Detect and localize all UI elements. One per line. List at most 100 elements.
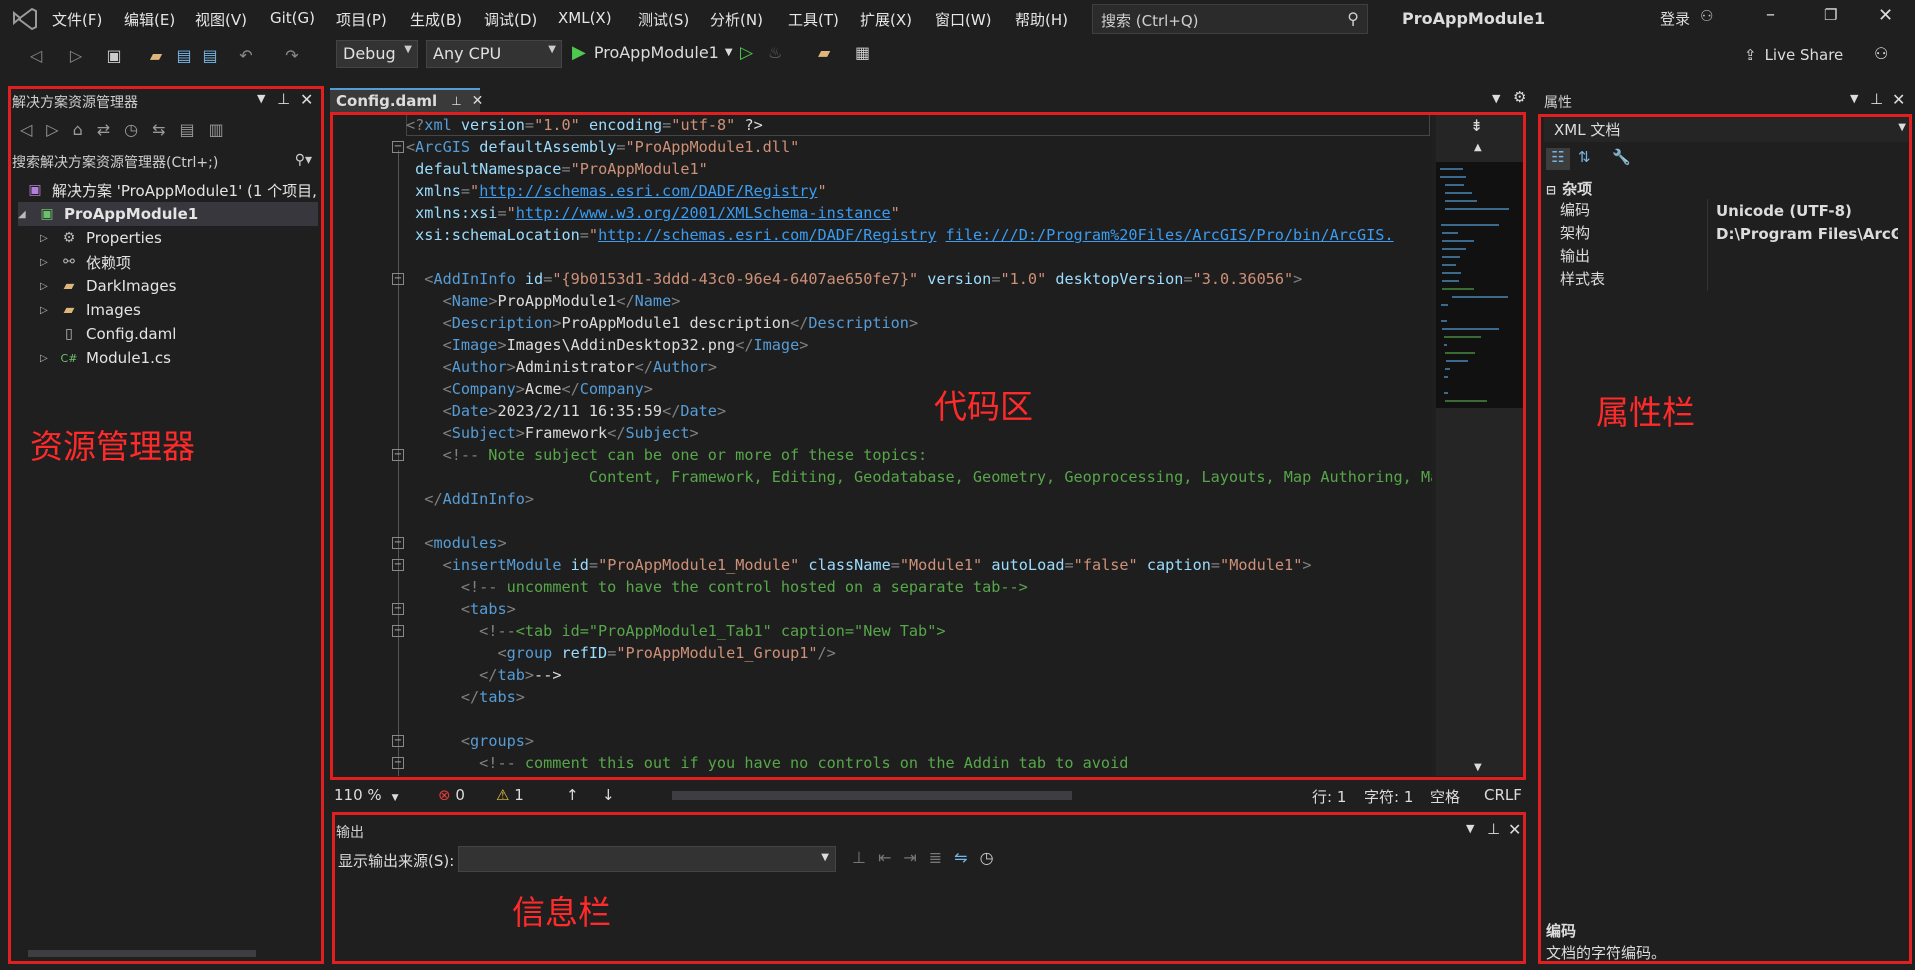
code-line[interactable]: <insertModule id="ProAppModule1_Module" … [406,554,1312,576]
expand-arrow-icon[interactable]: ▷ [40,281,58,292]
menu-item[interactable]: 帮助(H) [1015,9,1068,30]
tree-item[interactable]: ▷ ⚯ 依赖项 [40,250,131,274]
platform-select[interactable]: Any CPU ▼ [426,40,562,68]
menu-item[interactable]: Git(G) [270,9,315,27]
close-window-button[interactable]: ✕ [1878,5,1893,26]
property-value[interactable]: Unicode (UTF-8) [1708,202,1898,220]
tree-item[interactable]: ▯ Config.daml [40,322,176,346]
fold-toggle-icon[interactable]: − [392,735,404,747]
code-line[interactable]: <!--<tab id="ProAppModule1_Tab1" caption… [406,620,945,642]
save-all-icon[interactable]: ▤ [200,46,220,66]
code-line[interactable]: </tab>--> [406,664,561,686]
menu-item[interactable]: XML(X) [558,9,612,27]
clock-icon[interactable]: ◷ [980,848,1006,867]
solution-node[interactable]: ▣ 解决方案 'ProAppModule1' (1 个项目, [24,178,317,202]
tree-item[interactable]: ▷ C# Module1.cs [40,346,171,370]
code-editor[interactable]: <?xml version="1.0" encoding="utf-8" ?> <… [406,114,1432,776]
layout-icon[interactable]: ▦ [855,43,870,62]
prev-issue-icon[interactable]: ↑ [566,786,579,804]
expand-arrow-icon[interactable]: ▷ [40,353,58,364]
property-object-select[interactable]: XML 文档 ▼ [1544,116,1910,142]
output-source-select[interactable]: ▼ [458,846,836,872]
close-icon[interactable]: ✕ [1508,820,1521,839]
panel-dropdown-icon[interactable]: ▼ [1466,822,1474,835]
project-node[interactable]: ◢ ▣ ProAppModule1 [18,202,318,226]
expand-arrow-icon[interactable]: ▷ [40,257,58,268]
config-select[interactable]: Debug ▼ [336,40,418,68]
property-row[interactable]: 编码 Unicode (UTF-8) [1546,199,1906,222]
menu-item[interactable]: 扩展(X) [860,9,912,30]
code-line[interactable]: <ArcGIS defaultAssembly="ProAppModule1.d… [406,136,799,158]
restore-button[interactable]: ❐ [1824,6,1837,24]
alphabetical-icon[interactable]: ⇅ [1578,148,1591,166]
menu-item[interactable]: 测试(S) [638,9,689,30]
property-row[interactable]: 输出 [1546,245,1906,268]
property-value[interactable]: D:\Program Files\ArcGIS\ [1708,225,1898,243]
back-icon[interactable]: ◁ [26,46,46,66]
code-line[interactable]: <Name>ProAppModule1</Name> [406,290,681,312]
property-category[interactable]: ⊟ 杂项 [1546,178,1592,199]
expand-arrow-icon[interactable]: ▷ [40,305,58,316]
account-icon[interactable]: ⚇ [1700,7,1713,25]
code-line[interactable]: <!-- Note subject can be one or more of … [406,444,928,466]
menu-item[interactable]: 视图(V) [195,9,247,30]
open-folder-icon[interactable]: ▰ [146,46,166,66]
start-button[interactable]: ▶ ProAppModule1 ▼ [572,42,733,63]
gear-icon[interactable]: ⚙ [1513,88,1526,106]
close-icon[interactable]: ✕ [300,90,313,109]
zoom-select[interactable]: 110 % ▼ [334,786,399,804]
pin-icon[interactable]: ⊥ [451,94,461,108]
code-line[interactable]: <?xml version="1.0" encoding="utf-8" ?> [406,114,763,136]
property-row[interactable]: 样式表 [1546,268,1906,291]
code-line[interactable]: xsi:schemaLocation="http://schemas.esri.… [406,224,1393,246]
eol-indicator[interactable]: CRLF [1484,786,1522,804]
panel-dropdown-icon[interactable]: ▼ [1850,92,1858,105]
code-line[interactable]: <modules> [406,532,506,554]
scroll-down-icon[interactable]: ▼ [1474,762,1482,773]
code-line[interactable]: <Description>ProAppModule1 description</… [406,312,919,334]
fold-toggle-icon[interactable]: − [392,141,404,153]
property-row[interactable]: 架构D:\Program Files\ArcGIS\ [1546,222,1906,245]
fold-toggle-icon[interactable]: − [392,273,404,285]
tree-item[interactable]: ▷ ⚙ Properties [40,226,162,250]
menu-item[interactable]: 文件(F) [52,9,102,30]
menu-item[interactable]: 工具(T) [788,9,839,30]
code-line[interactable]: </AddInInfo> [406,488,534,510]
tree-item[interactable]: ▷ ▰ DarkImages [40,274,176,298]
close-icon[interactable]: ✕ [472,93,484,109]
hot-reload-icon[interactable]: ♨ [768,43,782,62]
code-line[interactable]: <Company>Acme</Company> [406,378,653,400]
menu-item[interactable]: 生成(B) [410,9,462,30]
pin-icon[interactable]: ⊥ [1870,90,1883,108]
folder-view-icon[interactable]: ▰ [818,43,830,62]
search-input[interactable]: 搜索 (Ctrl+Q) ⚲ [1092,4,1368,34]
scroll-up-icon[interactable]: ▲ [1474,142,1482,153]
fold-toggle-icon[interactable]: − [392,559,404,571]
code-line[interactable]: <group refID="ProAppModule1_Group1"/> [406,642,835,664]
menu-item[interactable]: 分析(N) [710,9,763,30]
code-line[interactable]: Content, Framework, Editing, Geodatabase… [406,466,1432,488]
editor-horizontal-scrollbar[interactable] [672,791,1072,800]
indent-indicator[interactable]: 空格 [1430,786,1460,807]
expand-arrow-icon[interactable]: ▷ [40,233,58,244]
menu-item[interactable]: 窗口(W) [935,9,992,30]
tree-item[interactable]: ▷ ▰ Images [40,298,141,322]
code-line[interactable]: xmlns="http://schemas.esri.com/DADF/Regi… [406,180,827,202]
code-line[interactable]: xmlns:xsi="http://www.w3.org/2001/XMLSch… [406,202,900,224]
categorized-icon[interactable]: ☷ [1546,148,1570,170]
code-line[interactable]: <!-- comment this out if you have no con… [406,752,1128,774]
code-line[interactable]: <AddInInfo id="{9b0153d1-3ddd-43c0-96e4-… [406,268,1302,290]
code-line[interactable]: <tabs> [406,598,516,620]
pin-icon[interactable]: ⊥ [1487,820,1500,838]
save-icon[interactable]: ▤ [174,46,194,66]
menu-item[interactable]: 项目(P) [336,9,387,30]
code-line[interactable]: <Subject>Framework</Subject> [406,422,699,444]
redo-icon[interactable]: ↷ [282,46,302,66]
close-icon[interactable]: ✕ [1892,90,1905,109]
code-line[interactable]: defaultNamespace="ProAppModule1" [406,158,708,180]
code-line[interactable]: <!-- uncomment to have the control hoste… [406,576,1028,598]
code-line[interactable]: <groups> [406,730,534,752]
minimize-button[interactable]: – [1766,4,1775,25]
panel-dropdown-icon[interactable]: ▼ [257,92,265,105]
word-wrap-icon[interactable]: ⇋ [954,848,979,867]
